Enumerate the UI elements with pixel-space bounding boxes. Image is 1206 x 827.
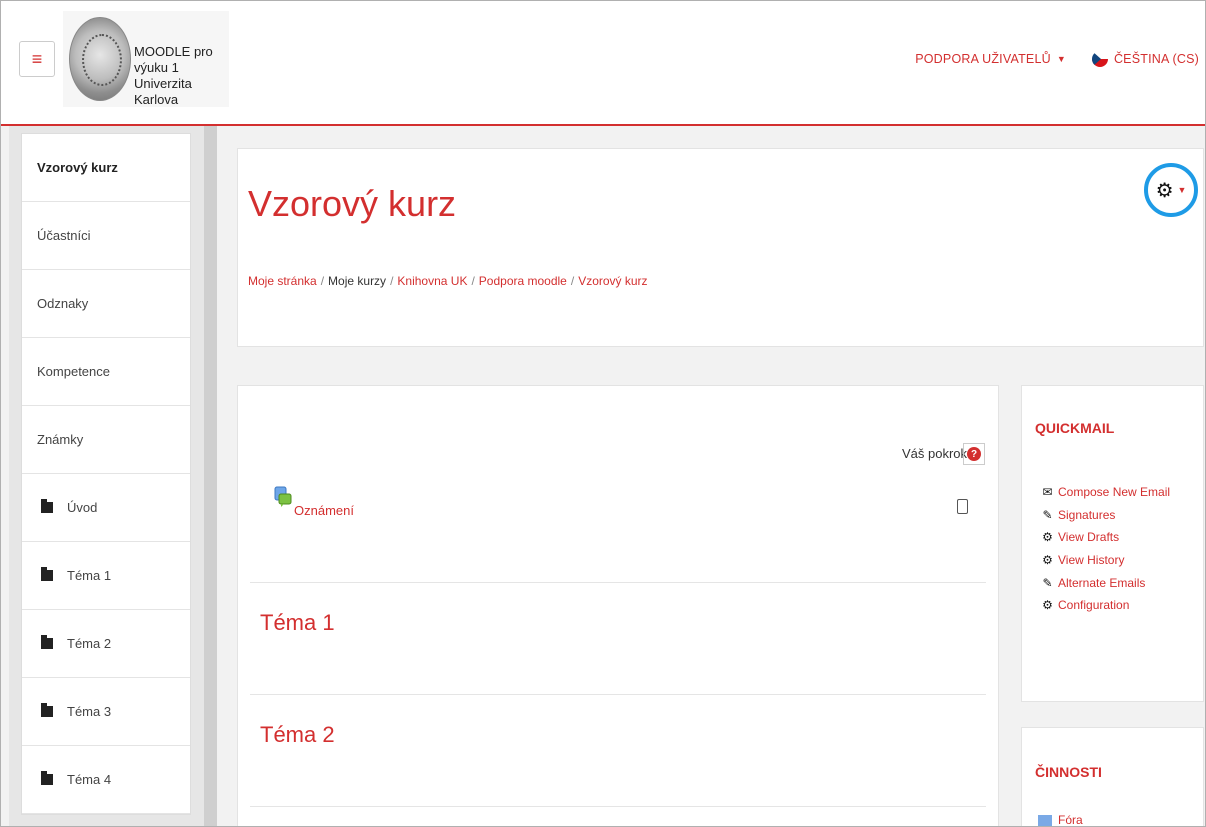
- breadcrumb-support[interactable]: Podpora moodle: [479, 274, 567, 288]
- quickmail-block: QUICKMAIL ✉ Compose New Email ✎ Signatures…: [1021, 385, 1204, 702]
- university-seal-logo: [69, 17, 131, 101]
- forums-link[interactable]: Fóra: [1058, 813, 1083, 827]
- hamburger-icon[interactable]: ≡: [19, 41, 55, 77]
- sidebar-item-course[interactable]: Vzorový kurz: [22, 134, 190, 202]
- question-icon: ?: [967, 447, 981, 461]
- gear-icon: ⚙: [1042, 553, 1053, 568]
- sidebar-item-competencies[interactable]: Kompetence: [22, 338, 190, 406]
- menu-item-label: Configuration: [1058, 598, 1130, 613]
- breadcrumb-course[interactable]: Vzorový kurz: [578, 274, 647, 288]
- pencil-icon: ✎: [1042, 507, 1053, 522]
- sidebar-item-label: Odznaky: [37, 296, 89, 311]
- breadcrumb: Moje stránka / Moje kurzy / Knihovna UK / Podp…: [248, 274, 648, 288]
- sidebar-item-intro[interactable]: Úvod: [22, 474, 190, 542]
- block-title: QUICKMAIL: [1035, 420, 1115, 436]
- top-navbar: ≡ MOODLE pro výuku 1 Univerzita Karlova …: [1, 1, 1205, 126]
- sidebar-item-topic-3[interactable]: Téma 3: [22, 678, 190, 746]
- sidebar-item-topic-1[interactable]: Téma 1: [22, 542, 190, 610]
- sidebar-item-topic-4[interactable]: Téma 4: [22, 746, 190, 814]
- envelope-icon: ✉: [1042, 485, 1053, 500]
- sidebar-item-label: Téma 2: [67, 636, 112, 651]
- sidebar-item-label: Téma 4: [67, 772, 112, 787]
- breadcrumb-separator: /: [320, 274, 325, 288]
- sidebar-item-label: Téma 3: [67, 704, 112, 719]
- support-menu-label: PODPORA UŽIVATELŮ: [915, 52, 1051, 66]
- section-divider: [250, 582, 986, 583]
- menu-item-label: Signatures: [1058, 507, 1116, 522]
- course-nav: Vzorový kurz Účastníci Odznaky Kompetenc…: [21, 133, 191, 815]
- forum-icon: [274, 486, 292, 507]
- folder-icon: [41, 567, 53, 581]
- menu-item-label: Alternate Emails: [1058, 575, 1146, 590]
- help-button[interactable]: ?: [963, 443, 985, 465]
- folder-icon: [41, 499, 53, 513]
- breadcrumb-my-courses[interactable]: Moje kurzy: [328, 274, 386, 288]
- caret-down-icon: ▼: [1056, 54, 1066, 64]
- gear-icon: ⚙: [1155, 179, 1174, 202]
- breadcrumb-separator: /: [471, 274, 475, 288]
- view-drafts-link[interactable]: ⚙ View Drafts: [1040, 526, 1170, 549]
- navbar-right-menus: PODPORA UŽIVATELŮ ▼ ČEŠTINA (CS): [915, 51, 1199, 67]
- caret-down-icon: ▼: [1177, 185, 1187, 195]
- sidebar-item-label: Vzorový kurz: [37, 160, 118, 175]
- folder-icon: [41, 635, 53, 649]
- view-history-link[interactable]: ⚙ View History: [1040, 549, 1170, 572]
- breadcrumb-separator: /: [390, 274, 394, 288]
- menu-item-label: View History: [1058, 553, 1125, 568]
- page-header-card: Vzorový kurz Moje stránka / Moje kurzy / Kni…: [237, 148, 1204, 347]
- alternate-emails-link[interactable]: ✎ Alternate Emails: [1040, 571, 1170, 594]
- signatures-link[interactable]: ✎ Signatures: [1040, 504, 1170, 527]
- gear-icon: ⚙: [1042, 530, 1053, 545]
- site-name: MOODLE pro výuku 1 Univerzita Karlova: [134, 44, 229, 108]
- forum-icon: [1038, 815, 1052, 827]
- progress-label: Váš pokrok: [902, 446, 968, 461]
- course-content-card: Váš pokrok ? Oznámení Téma 1 Téma 2: [237, 385, 999, 827]
- block-title: ČINNOSTI: [1035, 764, 1102, 780]
- sidebar-item-participants[interactable]: Účastníci: [22, 202, 190, 270]
- page-title: Vzorový kurz: [248, 183, 457, 224]
- support-menu[interactable]: PODPORA UŽIVATELŮ ▼: [915, 52, 1066, 66]
- breadcrumb-library[interactable]: Knihovna UK: [397, 274, 467, 288]
- site-name-line2: Univerzita Karlova: [134, 76, 192, 107]
- folder-icon: [41, 771, 53, 785]
- sidebar-item-label: Kompetence: [37, 364, 110, 379]
- section-divider: [250, 806, 986, 807]
- sidebar-scrollbar[interactable]: [204, 126, 217, 827]
- sidebar-item-label: Úvod: [67, 500, 98, 515]
- gear-icon: ⚙: [1042, 598, 1053, 613]
- language-menu[interactable]: ČEŠTINA (CS): [1091, 51, 1199, 67]
- czech-flag-icon: [1091, 51, 1108, 67]
- folder-icon: [41, 703, 53, 717]
- menu-item-label: View Drafts: [1058, 530, 1120, 545]
- section-title-topic-1[interactable]: Téma 1: [260, 610, 335, 636]
- compose-email-link[interactable]: ✉ Compose New Email: [1040, 481, 1170, 504]
- site-logo-link[interactable]: MOODLE pro výuku 1 Univerzita Karlova: [63, 11, 229, 107]
- completion-checkbox[interactable]: [957, 499, 968, 514]
- pencil-icon: ✎: [1042, 575, 1053, 590]
- sidebar-item-badges[interactable]: Odznaky: [22, 270, 190, 338]
- sidebar-item-label: Téma 1: [67, 568, 112, 583]
- course-settings-button[interactable]: ⚙ ▼: [1144, 163, 1198, 217]
- language-menu-label: ČEŠTINA (CS): [1113, 52, 1199, 66]
- site-name-line1: MOODLE pro výuku 1: [134, 44, 213, 75]
- activities-block: ČINNOSTI Fóra: [1021, 727, 1204, 827]
- section-divider: [250, 694, 986, 695]
- sidebar-item-label: Účastníci: [37, 228, 91, 243]
- breadcrumb-my-page[interactable]: Moje stránka: [248, 274, 317, 288]
- breadcrumb-separator: /: [570, 274, 575, 288]
- sidebar-item-topic-2[interactable]: Téma 2: [22, 610, 190, 678]
- sidebar-item-label: Známky: [37, 432, 84, 447]
- section-title-topic-2[interactable]: Téma 2: [260, 722, 335, 748]
- announcements-link[interactable]: Oznámení: [294, 503, 354, 518]
- quickmail-menu: ✉ Compose New Email ✎ Signatures ⚙ View Dra…: [1040, 481, 1170, 617]
- menu-item-label: Compose New Email: [1058, 485, 1171, 500]
- configuration-link[interactable]: ⚙ Configuration: [1040, 594, 1170, 617]
- sidebar-item-grades[interactable]: Známky: [22, 406, 190, 474]
